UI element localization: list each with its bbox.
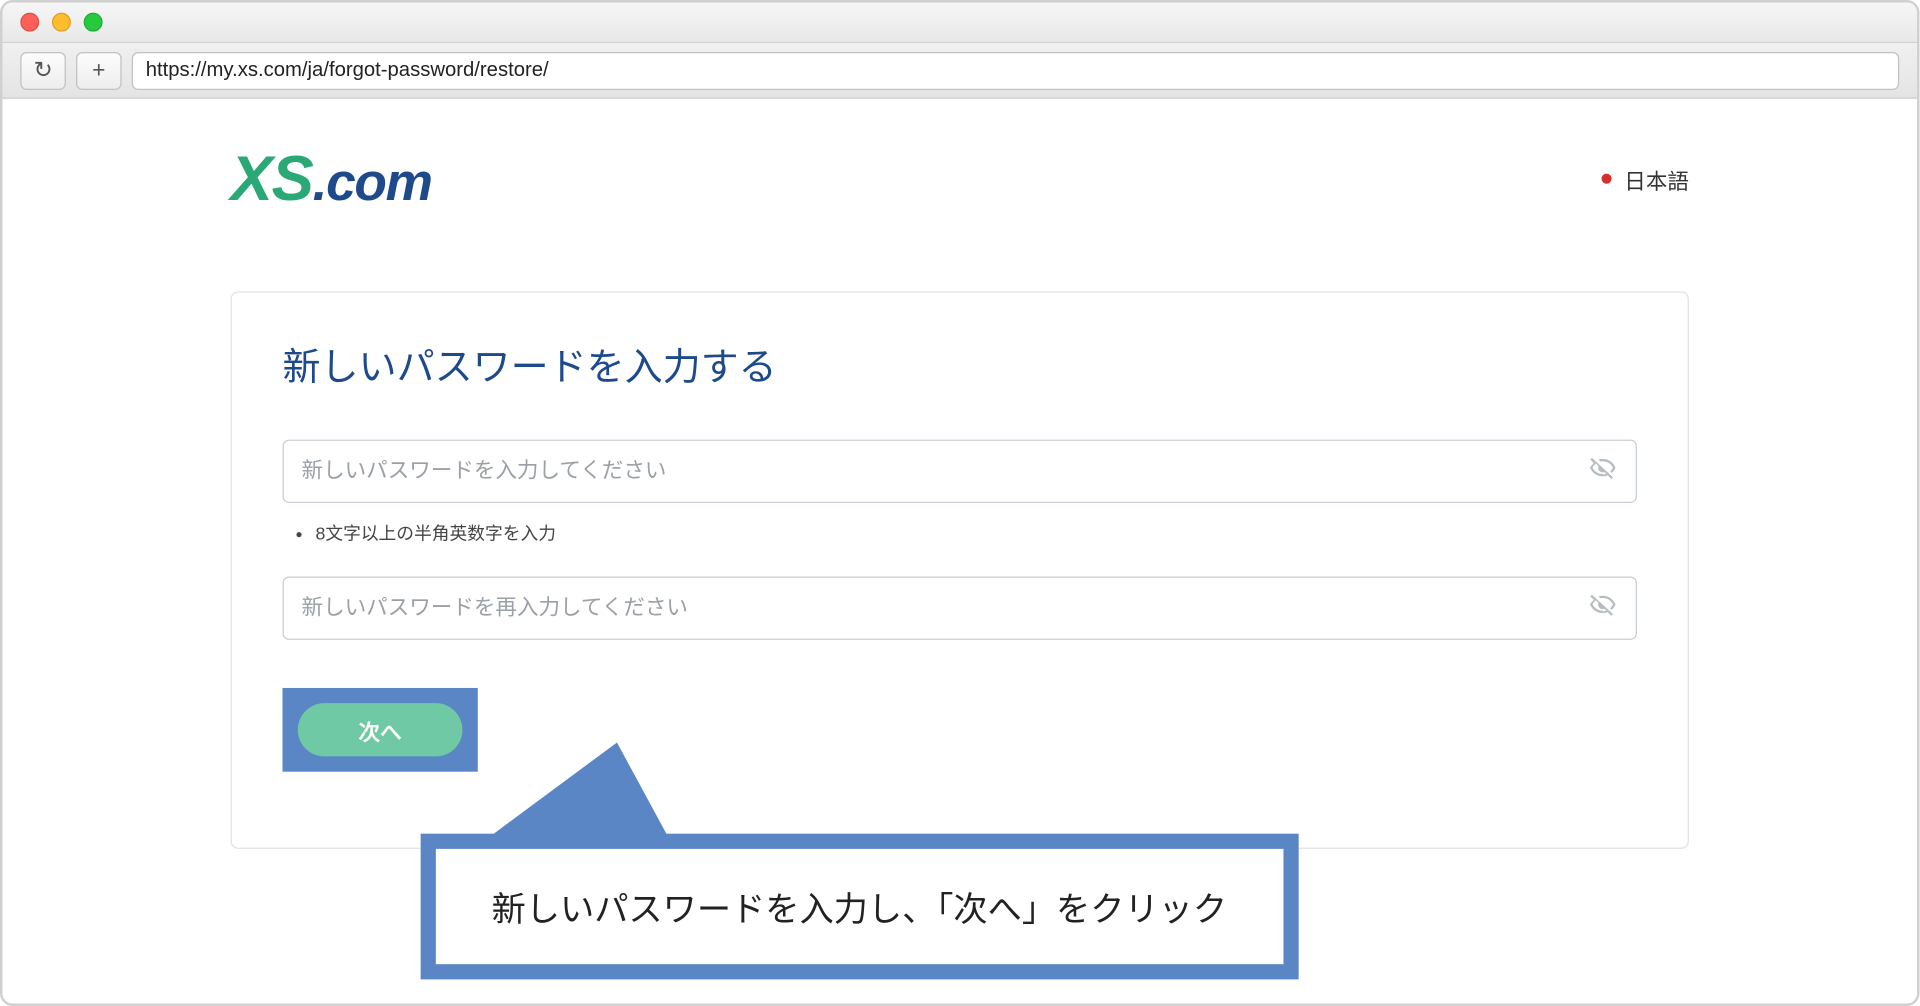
- page-header: XS .com 日本語: [231, 142, 1689, 215]
- window-controls: [20, 13, 102, 32]
- plus-icon: +: [92, 57, 105, 84]
- confirm-password-field-wrap: [283, 576, 1637, 639]
- language-selector[interactable]: 日本語: [1601, 163, 1688, 195]
- page-content: XS .com 日本語 新しいパスワードを入力する 8文字以上の半角英数字を入力: [3, 99, 1917, 1004]
- minimize-window-icon[interactable]: [52, 13, 71, 32]
- callout-arrow-icon: [490, 742, 731, 836]
- logo-text-dotcom: .com: [313, 152, 432, 213]
- callout-box: 新しいパスワードを入力し、「次へ」をクリック: [421, 834, 1298, 980]
- japan-flag-icon: [1601, 174, 1611, 184]
- address-url: https://my.xs.com/ja/forgot-password/res…: [146, 59, 549, 82]
- instruction-callout: 新しいパスワードを入力し、「次へ」をクリック: [421, 742, 1298, 979]
- next-button-label: 次へ: [359, 714, 402, 746]
- reload-icon: ↻: [34, 57, 53, 84]
- callout-text: 新しいパスワードを入力し、「次へ」をクリック: [492, 891, 1227, 929]
- close-window-icon[interactable]: [20, 13, 39, 32]
- browser-toolbar: ↻ + https://my.xs.com/ja/forgot-password…: [3, 43, 1917, 99]
- reload-button[interactable]: ↻: [20, 51, 66, 89]
- browser-window: ↻ + https://my.xs.com/ja/forgot-password…: [0, 0, 1920, 1006]
- new-password-field-wrap: [283, 440, 1637, 503]
- confirm-password-input[interactable]: [283, 576, 1637, 639]
- password-rules: 8文字以上の半角英数字を入力: [283, 521, 1637, 546]
- maximize-window-icon[interactable]: [84, 13, 103, 32]
- language-label: 日本語: [1624, 163, 1689, 195]
- toggle-visibility-icon[interactable]: [1589, 454, 1617, 488]
- toggle-visibility-icon[interactable]: [1589, 591, 1617, 625]
- card-title: 新しいパスワードを入力する: [283, 336, 1637, 392]
- password-rule-item: 8文字以上の半角英数字を入力: [315, 521, 1636, 546]
- new-password-input[interactable]: [283, 440, 1637, 503]
- title-bar: [3, 3, 1917, 44]
- address-bar[interactable]: https://my.xs.com/ja/forgot-password/res…: [132, 51, 1899, 89]
- logo-text-xs: XS: [231, 142, 313, 215]
- new-tab-button[interactable]: +: [76, 51, 122, 89]
- site-logo[interactable]: XS .com: [231, 142, 432, 215]
